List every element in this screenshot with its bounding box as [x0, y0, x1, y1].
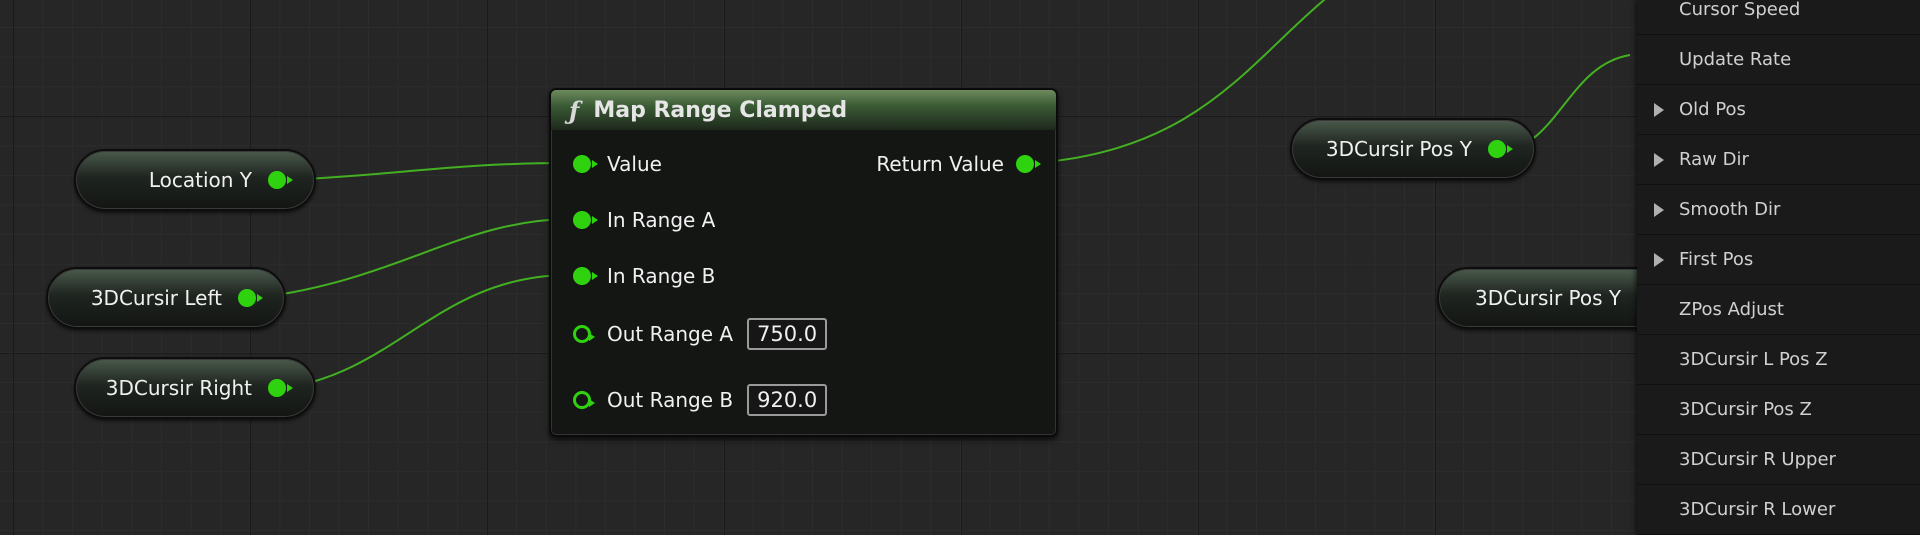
variable-list-item[interactable]: Old Pos: [1637, 85, 1920, 135]
variable-list-item[interactable]: Raw Dir: [1637, 135, 1920, 185]
location-y-variable-node[interactable]: Location Y: [74, 149, 316, 211]
node-label: 3DCursir Pos Y: [1475, 286, 1622, 310]
wire-location-y-to-value[interactable]: [284, 162, 571, 181]
in-range-b-label: In Range B: [607, 264, 716, 288]
in-range-b-input-pin[interactable]: [573, 267, 598, 285]
value-input-label: Value: [607, 152, 662, 176]
out-range-a-input-pin[interactable]: [573, 325, 595, 343]
return-value-output-pin[interactable]: [1016, 155, 1041, 173]
out-range-b-value-field[interactable]: 920.0: [747, 384, 828, 416]
variable-list-item-label: First Pos: [1679, 249, 1754, 270]
expand-arrow-icon[interactable]: [1654, 253, 1664, 267]
out-range-b-label: Out Range B: [607, 388, 734, 412]
variable-list-item[interactable]: ZPos Adjust: [1637, 285, 1920, 335]
3dcursir-right-variable-node[interactable]: 3DCursir Right: [74, 357, 316, 419]
variable-list-item-label: Update Rate: [1679, 49, 1792, 70]
node-label: 3DCursir Right: [105, 376, 252, 400]
variable-list-item-label: 3DCursir R Lower: [1679, 499, 1836, 520]
variable-list-item[interactable]: Cursor Speed: [1637, 0, 1920, 35]
variable-list-item[interactable]: 3DCursir R Upper: [1637, 435, 1920, 485]
out-range-b-input-row: Out Range B 920.0: [573, 384, 828, 416]
variable-list-item[interactable]: 3DCursir R Lower: [1637, 485, 1920, 535]
in-range-a-label: In Range A: [607, 208, 716, 232]
expand-arrow-icon[interactable]: [1654, 103, 1664, 117]
variable-list-item-label: Cursor Speed: [1679, 0, 1801, 20]
3dcursir-pos-y-setter-node[interactable]: 3DCursir Pos Y: [1437, 267, 1667, 329]
out-range-a-input-row: Out Range A 750.0: [573, 318, 828, 350]
in-range-a-input-pin[interactable]: [573, 211, 598, 229]
return-value-label: Return Value: [876, 152, 1004, 176]
value-input-row: Value: [573, 152, 662, 176]
variable-list-item[interactable]: First Pos: [1637, 235, 1920, 285]
function-icon: ƒ: [569, 95, 580, 125]
node-header[interactable]: ƒ Map Range Clamped: [551, 90, 1056, 130]
output-pin[interactable]: [268, 171, 293, 189]
variable-list-item-label: 3DCursir L Pos Z: [1679, 349, 1828, 370]
output-pin[interactable]: [1488, 140, 1513, 158]
wire-right-to-in-range-b[interactable]: [284, 274, 571, 389]
variable-list-item[interactable]: Update Rate: [1637, 35, 1920, 85]
wire-left-to-in-range-a[interactable]: [255, 218, 571, 299]
variable-list-item-label: Smooth Dir: [1679, 199, 1781, 220]
variable-list-item[interactable]: 3DCursir Pos Z: [1637, 385, 1920, 435]
output-pin[interactable]: [238, 289, 263, 307]
node-label: Location Y: [148, 168, 252, 192]
in-range-b-input-row: In Range B: [573, 264, 715, 288]
variables-panel: Cursor Speed Update Rate Old Pos Raw Dir Smo…: [1637, 0, 1920, 535]
variable-list-item[interactable]: Smooth Dir: [1637, 185, 1920, 235]
out-range-a-label: Out Range A: [607, 322, 734, 346]
variable-list-item-label: ZPos Adjust: [1679, 299, 1784, 320]
value-input-pin[interactable]: [573, 155, 598, 173]
out-range-a-value-field[interactable]: 750.0: [747, 318, 828, 350]
expand-arrow-icon[interactable]: [1654, 153, 1664, 167]
variable-list-item[interactable]: 3DCursir L Pos Z: [1637, 335, 1920, 385]
3dcursir-pos-y-variable-node[interactable]: 3DCursir Pos Y: [1290, 118, 1536, 180]
in-range-a-input-row: In Range A: [573, 208, 715, 232]
3dcursir-left-variable-node[interactable]: 3DCursir Left: [46, 267, 286, 329]
node-label: 3DCursir Left: [90, 286, 222, 310]
variable-list-item-label: 3DCursir Pos Z: [1679, 399, 1812, 420]
variable-list-item-label: Raw Dir: [1679, 149, 1749, 170]
out-range-b-input-pin[interactable]: [573, 391, 595, 409]
return-value-output-row: Return Value: [876, 152, 1041, 176]
node-title: Map Range Clamped: [593, 97, 848, 123]
variable-list-item-label: Old Pos: [1679, 99, 1746, 120]
variable-list-item-label: 3DCursir R Upper: [1679, 449, 1836, 470]
map-range-clamped-node[interactable]: ƒ Map Range Clamped Value In Range A In …: [549, 88, 1058, 437]
node-label: 3DCursir Pos Y: [1325, 137, 1472, 161]
expand-arrow-icon[interactable]: [1654, 203, 1664, 217]
wire-return-to-offscreen[interactable]: [1034, 0, 1330, 164]
variables-list: Cursor Speed Update Rate Old Pos Raw Dir Smo…: [1637, 0, 1920, 535]
output-pin[interactable]: [268, 379, 293, 397]
